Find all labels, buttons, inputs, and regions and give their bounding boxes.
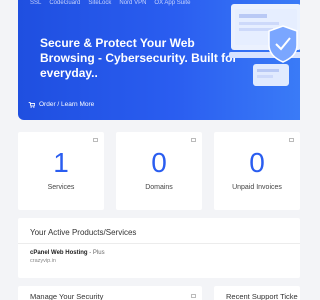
domains-label: Domains (145, 184, 173, 191)
promo-tab-ssl[interactable]: SSL (30, 0, 41, 10)
promo-tab-ox-app-suite[interactable]: OX App Suite (154, 0, 190, 10)
order-learn-more-link[interactable]: Order / Learn More (28, 101, 94, 108)
order-learn-more-label: Order / Learn More (39, 101, 95, 108)
promo-tab-nordvpn[interactable]: Nord VPN (119, 0, 146, 10)
promo-banner: SSL CodeGuard SiteLock Nord VPN OX App S… (18, 0, 300, 120)
services-label: Services (47, 184, 75, 191)
cart-icon (28, 101, 35, 108)
manage-security-title: Manage Your Security (30, 292, 104, 300)
panel-divider (18, 243, 300, 244)
services-count: 1 (53, 147, 69, 178)
unpaid-invoices-count: 0 (249, 147, 265, 178)
promo-product-tabs: SSL CodeGuard SiteLock Nord VPN OX App S… (30, 0, 190, 10)
unpaid-invoices-stat-card[interactable]: 0 Unpaid Invoices (214, 132, 300, 210)
active-products-title: Your Active Products/Services (30, 228, 137, 237)
manage-security-panel: Manage Your Security (18, 286, 202, 300)
product-name: cPanel Web Hosting (30, 250, 88, 256)
active-products-panel: Your Active Products/Services cPanel Web… (18, 218, 300, 278)
card-options-icon (191, 138, 196, 142)
shield-icon (191, 294, 196, 298)
security-illustration-icon (229, 4, 300, 86)
promo-tab-sitelock[interactable]: SiteLock (88, 0, 111, 10)
promo-tab-codeguard[interactable]: CodeGuard (49, 0, 80, 10)
card-options-icon (289, 138, 294, 142)
domains-stat-card[interactable]: 0 Domains (116, 132, 202, 210)
unpaid-invoices-label: Unpaid Invoices (232, 184, 282, 191)
promo-title: Secure & Protect Your Web Browsing - Cyb… (40, 36, 238, 80)
recent-tickets-panel: Recent Support Ticke (214, 286, 300, 300)
product-list-item[interactable]: cPanel Web Hosting - Plus (30, 250, 105, 256)
services-stat-card[interactable]: 1 Services (18, 132, 104, 210)
recent-tickets-title: Recent Support Ticke (226, 292, 298, 300)
domains-count: 0 (151, 147, 167, 178)
product-domain: crazyvip.in (30, 258, 56, 264)
card-options-icon (93, 138, 98, 142)
product-plan: Plus (92, 250, 105, 256)
